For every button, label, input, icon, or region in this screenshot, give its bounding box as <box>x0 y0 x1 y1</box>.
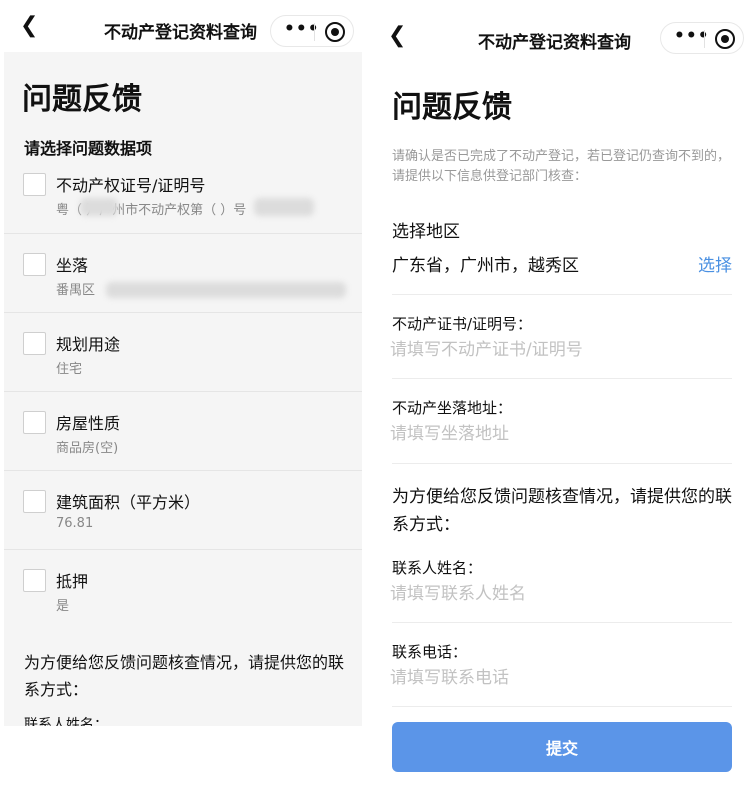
address-input[interactable] <box>390 421 730 447</box>
field-divider <box>392 706 732 707</box>
right-nav-bar: ❮ 不动产登记资料查询 ••• <box>376 0 756 54</box>
verification-tip: 请确认是否已完成了不动产登记，若已登记仍查询不到的，请提供以下信息供登记部门核查… <box>392 149 731 184</box>
cert-field-label: 不动产证书/证明号： <box>392 315 533 333</box>
item-value: 番禺区 <box>56 283 96 298</box>
name-field-label: 联系人姓名： <box>392 559 483 577</box>
region-select-link[interactable]: 选择 <box>698 251 732 276</box>
field-divider <box>392 378 732 379</box>
field-divider <box>392 463 732 464</box>
item-value: 商品房(空) <box>56 441 119 456</box>
row-divider <box>4 549 362 550</box>
left-mini-program-capsule: ••• <box>270 15 354 47</box>
field-divider <box>392 622 732 623</box>
left-nav-title: 不动产登记资料查询 <box>104 23 257 43</box>
item-cert-number[interactable]: 不动产权证号/证明号 粤（ ）广州市不动产权第（ ）号 <box>4 172 362 232</box>
item-value: 是 <box>56 599 70 614</box>
left-contact-prompt: 为方便给您反馈问题核查情况，请提供您的联系方式： <box>24 653 345 699</box>
right-page-title: 问题反馈 <box>392 90 512 125</box>
redaction-blur <box>106 282 346 298</box>
right-contact-prompt: 为方便给您反馈问题核查情况，请提供您的联系方式： <box>392 487 732 535</box>
section-label: 请选择问题数据项 <box>24 139 153 158</box>
redaction-blur <box>254 198 314 216</box>
target-icon[interactable] <box>715 29 735 49</box>
item-location[interactable]: 坐落 番禺区 <box>4 252 362 312</box>
item-label: 不动产权证号/证明号 <box>56 176 206 195</box>
region-label: 选择地区 <box>392 222 460 242</box>
right-mini-program-capsule: ••• <box>660 22 744 54</box>
checkbox[interactable] <box>23 490 46 513</box>
item-planned-use[interactable]: 规划用途 住宅 <box>4 331 362 391</box>
left-nav-bar: ❮ 不动产登记资料查询 ••• <box>0 0 370 54</box>
address-field-label: 不动产坐落地址： <box>392 399 513 417</box>
row-divider <box>4 233 362 234</box>
right-nav-title: 不动产登记资料查询 <box>478 33 631 53</box>
chevron-left-icon[interactable]: ❮ <box>20 13 38 38</box>
row-divider <box>4 312 362 313</box>
submit-button[interactable]: 提交 <box>392 722 732 772</box>
capsule-divider <box>704 30 705 48</box>
field-divider <box>392 294 732 295</box>
right-screen: ❮ 不动产登记资料查询 ••• 问题反馈 请确认是否已完成了不动产登记，若已登记… <box>376 0 756 799</box>
contact-phone-input[interactable] <box>390 665 730 691</box>
region-value: 广东省，广州市，越秀区 <box>392 256 579 276</box>
item-floor-area[interactable]: 建筑面积（平方米） 76.81 <box>4 489 362 549</box>
checkbox[interactable] <box>23 569 46 592</box>
item-value: 住宅 <box>56 362 83 377</box>
cert-number-input[interactable] <box>390 337 730 363</box>
contact-name-input[interactable] <box>390 581 730 607</box>
item-label: 规划用途 <box>56 335 121 354</box>
left-content: 问题反馈 请选择问题数据项 不动产权证号/证明号 粤（ ）广州市不动产权第（ ）… <box>4 52 362 726</box>
checkbox[interactable] <box>23 173 46 196</box>
row-divider <box>4 470 362 471</box>
cut-off-name-label: 联系人姓名： <box>24 717 108 726</box>
phone-field-label: 联系电话： <box>392 643 468 661</box>
chevron-left-icon[interactable]: ❮ <box>388 23 406 48</box>
row-divider <box>4 391 362 392</box>
capsule-divider <box>314 23 315 41</box>
left-page-title: 问题反馈 <box>22 82 142 117</box>
item-value: 76.81 <box>56 516 94 531</box>
redaction-blur <box>80 198 118 216</box>
item-mortgage[interactable]: 抵押 是 <box>4 568 362 628</box>
target-icon[interactable] <box>325 22 345 42</box>
item-label: 房屋性质 <box>56 414 121 433</box>
left-screen: ❮ 不动产登记资料查询 ••• 问题反馈 请选择问题数据项 不动产权证号/证明号… <box>0 0 370 799</box>
checkbox[interactable] <box>23 411 46 434</box>
checkbox[interactable] <box>23 253 46 276</box>
item-house-nature[interactable]: 房屋性质 商品房(空) <box>4 410 362 470</box>
item-label: 建筑面积（平方米） <box>56 493 201 512</box>
item-label: 抵押 <box>56 572 89 591</box>
checkbox[interactable] <box>23 332 46 355</box>
item-label: 坐落 <box>56 256 89 275</box>
